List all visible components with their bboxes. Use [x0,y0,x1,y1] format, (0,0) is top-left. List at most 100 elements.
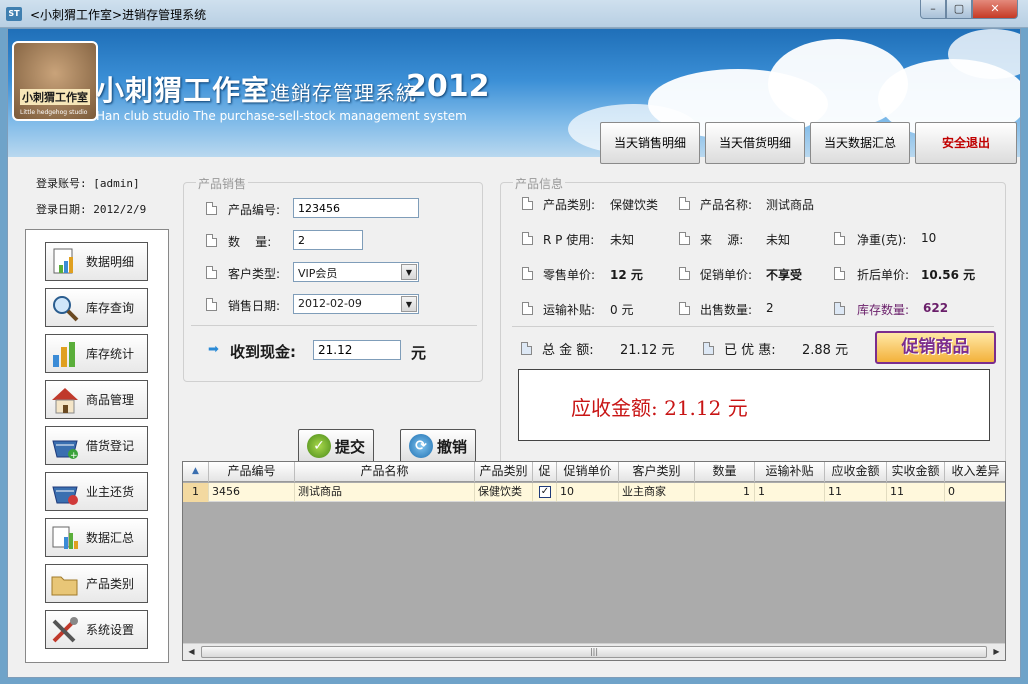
doc-icon [679,267,690,280]
quantity-label: 数 量: [228,235,272,249]
chevron-down-icon[interactable]: ▼ [401,264,417,280]
menu-product-manage[interactable]: 商品管理 [45,380,148,419]
sort-icon[interactable]: ▲ [183,462,209,482]
summary-icon [50,523,80,553]
today-summary-button[interactable]: 当天数据汇总 [810,122,910,164]
minimize-button[interactable]: – [920,0,946,19]
exit-button[interactable]: 安全退出 [915,122,1017,164]
doc-icon [703,342,714,355]
hedgehog-logo: 小刺猬工作室 Little hedgehog studio [12,41,98,121]
customer-type-value: VIP会员 [298,267,338,280]
scroll-right-icon[interactable]: ▶ [989,645,1004,659]
cell-customer-type[interactable]: 业主商家 [619,483,695,502]
cell-product-name[interactable]: 测试商品 [295,483,475,502]
product-code-input[interactable] [293,198,419,218]
menu-loan-register[interactable]: + 借货登记 [45,426,148,465]
product-name-label: 产品名称: [700,198,753,212]
doc-icon [679,197,690,210]
maximize-button[interactable]: ▢ [946,0,972,19]
navigation-panel: 数据明细 库存查询 库存统计 商品管理 + 借货登记 业主还货 数据汇总 产品类… [25,229,169,663]
check-icon: ✓ [306,434,331,458]
column-header[interactable]: 客户类别 [619,462,695,482]
quantity-input[interactable] [293,230,363,250]
column-header[interactable]: 运输补贴 [755,462,825,482]
column-header[interactable]: 产品编号 [209,462,295,482]
document-chart-icon [50,247,80,277]
sold-qty-label: 出售数量: [700,303,753,317]
sales-group-title: 产品销售 [196,175,249,192]
arrow-right-icon: ➡ [208,342,219,357]
cancel-button[interactable]: ⟳ 撤销 [400,429,476,463]
horizontal-scrollbar[interactable]: ◀ ||| ▶ [183,643,1005,660]
column-header[interactable]: 产品名称 [295,462,475,482]
menu-data-detail[interactable]: 数据明细 [45,242,148,281]
shipping-label: 运输补贴: [543,303,596,317]
menu-label: 数据明细 [86,255,135,269]
menu-stock-query[interactable]: 库存查询 [45,288,148,327]
tools-icon [50,615,80,645]
column-header[interactable]: 促销单价 [557,462,619,482]
customer-type-select[interactable]: VIP会员 ▼ [293,262,419,282]
column-header[interactable]: 促 [533,462,557,482]
column-header[interactable]: 数量 [695,462,755,482]
menu-system-settings[interactable]: 系统设置 [45,610,148,649]
cell-received[interactable]: 11 [887,483,945,502]
sales-grid[interactable]: ▲ 产品编号 产品名称 产品类别 促 促销单价 客户类别 数量 运输补贴 应收金… [182,461,1006,661]
menu-stock-stats[interactable]: 库存统计 [45,334,148,373]
submit-label: 提交 [334,437,365,456]
discount-price-value: 10.56 元 [921,268,976,282]
discount-amount-label: 已 优 惠: [724,343,776,358]
sale-date-value: 2012-02-09 [298,297,362,310]
column-header[interactable]: 收入差异 [945,462,1005,482]
doc-icon [679,232,690,245]
svg-text:+: + [70,451,78,461]
rp-value: 未知 [610,233,635,247]
cell-promo-price[interactable]: 10 [557,483,619,502]
house-icon [50,385,80,415]
folder-icon [50,569,80,599]
submit-button[interactable]: ✓ 提交 [298,429,374,463]
today-sales-button[interactable]: 当天销售明细 [600,122,700,164]
cell-promo[interactable]: ✓ [533,483,557,502]
sale-date-picker[interactable]: 2012-02-09 ▼ [293,294,419,314]
window-title: <小刺猬工作室>进销存管理系统 [30,8,207,22]
table-row[interactable]: 1 3456 测试商品 保健饮类 ✓ 10 业主商家 1 1 11 11 0 [183,483,1005,502]
title-bar: ST <小刺猬工作室>进销存管理系统 – ▢ ✕ [0,0,1028,28]
refresh-icon: ⟳ [408,434,433,458]
brand-main: 小刺猬工作室 [96,74,271,107]
total-amount-label: 总 金 额: [542,343,594,358]
bar-chart-icon [50,339,80,369]
menu-owner-return[interactable]: 业主还货 [45,472,148,511]
brand-english: Han club studio The purchase-sell-stock … [96,109,467,123]
chevron-down-icon[interactable]: ▼ [401,296,417,312]
column-header[interactable]: 应收金额 [825,462,887,482]
product-code-label: 产品编号: [228,203,281,217]
cell-income-diff[interactable]: 0 [945,483,1005,502]
cell-receivable[interactable]: 11 [825,483,887,502]
cell-quantity[interactable]: 1 [695,483,755,502]
menu-data-summary[interactable]: 数据汇总 [45,518,148,557]
close-button[interactable]: ✕ [972,0,1018,19]
cell-product-code[interactable]: 3456 [209,483,295,502]
magnifier-icon [50,293,80,323]
doc-icon [834,267,845,280]
cell-category[interactable]: 保健饮类 [475,483,533,502]
today-loans-button[interactable]: 当天借货明细 [705,122,805,164]
menu-product-category[interactable]: 产品类别 [45,564,148,603]
weight-value: 10 [921,231,937,245]
menu-label: 商品管理 [86,393,135,407]
scroll-left-icon[interactable]: ◀ [184,645,199,659]
cell-shipping[interactable]: 1 [755,483,825,502]
scroll-thumb[interactable]: ||| [201,646,987,658]
promo-price-value: 不享受 [766,268,803,282]
doc-icon [521,342,532,355]
doc-icon [834,302,845,315]
column-header[interactable]: 实收金额 [887,462,945,482]
column-header[interactable]: 产品类别 [475,462,533,482]
logo-text: 小刺猬工作室 [20,89,90,105]
promo-checkbox[interactable]: ✓ [539,486,551,498]
menu-label: 系统设置 [86,623,135,637]
cash-received-input[interactable] [313,340,401,360]
app-icon: ST [6,7,22,21]
doc-icon [522,197,533,210]
